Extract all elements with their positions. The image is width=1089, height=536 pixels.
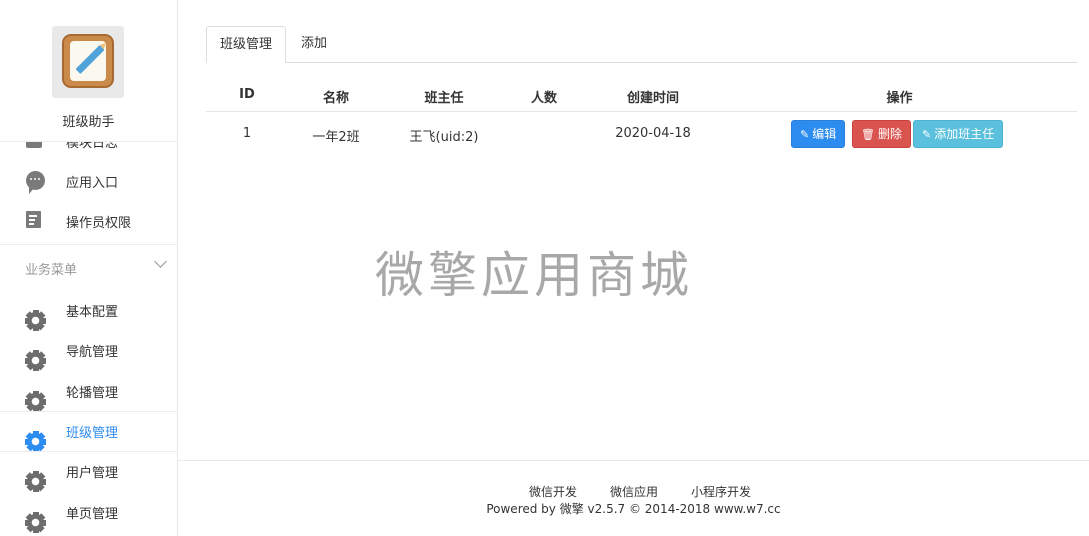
edit-button[interactable]: ✎ 编辑 <box>791 120 846 148</box>
tab-bar: 班级管理 添加 <box>206 26 1077 63</box>
watermark: 微擎应用商城 <box>375 247 694 304</box>
sidebar-item-label: 轮播管理 <box>66 386 119 401</box>
sidebar-item-label: 基本配置 <box>66 305 119 320</box>
footer-link-miniprogram-dev[interactable]: 小程序开发 <box>691 483 751 500</box>
cell-created: 2020-04-18 <box>615 126 691 141</box>
table-row: 1 一年2班 王飞(uid:2) 2020-04-18 ✎ 编辑 🗑 删除 ✎ 添加班… <box>206 112 1077 154</box>
sidebar-item-page-management[interactable]: 单页管理 <box>0 491 177 533</box>
sidebar-item-carousel-management[interactable]: 轮播管理 <box>0 370 177 412</box>
sidebar-item-label: 应用入口 <box>66 176 119 191</box>
delete-button[interactable]: 🗑 删除 <box>852 120 911 148</box>
add-teacher-label: 添加班主任 <box>934 127 995 141</box>
app-name: 班级助手 <box>62 115 115 130</box>
main-content: 班级管理 添加 ID 名称 班主任 人数 创建时间 操作 1 一年2班 王飞(u… <box>178 0 1089 536</box>
column-header-teacher: 班主任 <box>424 91 464 106</box>
pencil-icon: ✎ <box>800 128 810 141</box>
comment-icon <box>26 171 45 194</box>
tab-class-management[interactable]: 班级管理 <box>206 26 287 63</box>
app-header: 班级助手 <box>0 0 177 142</box>
footer: 微信开发 微信应用 小程序开发 Powered by 微擎 v2.5.7 © 2… <box>178 460 1089 536</box>
app-logo[interactable] <box>52 26 124 98</box>
chevron-down-icon <box>154 255 167 268</box>
trash-icon: 🗑 <box>861 128 875 141</box>
sidebar: 模块日志 班级助手 应用入口 操作员权限 业务菜单 基本配置 导航管理 轮播管理 <box>0 0 178 536</box>
table-header: ID 名称 班主任 人数 创建时间 操作 <box>206 78 1077 112</box>
cell-teacher: 王飞(uid:2) <box>409 130 479 145</box>
cell-id: 1 <box>242 126 252 141</box>
sidebar-item-label: 班级管理 <box>66 426 119 441</box>
sidebar-item-nav-management[interactable]: 导航管理 <box>0 329 177 371</box>
gear-icon <box>25 391 46 412</box>
powered-by: Powered by 微擎 v2.5.7 © 2014-2018 www.w7.… <box>486 502 781 516</box>
edit-document-icon <box>26 211 41 228</box>
footer-link-wechat-dev[interactable]: 微信开发 <box>529 483 577 500</box>
tab-add[interactable]: 添加 <box>288 26 340 63</box>
gear-icon <box>25 310 46 331</box>
cell-name: 一年2班 <box>312 130 360 145</box>
add-teacher-button[interactable]: ✎ 添加班主任 <box>913 120 1004 148</box>
sidebar-item-label: 用户管理 <box>66 466 119 481</box>
pencil-icon: ✎ <box>922 128 932 141</box>
sidebar-item-label: 导航管理 <box>66 345 119 360</box>
sidebar-item-label: 操作员权限 <box>66 216 132 231</box>
sidebar-item-user-management[interactable]: 用户管理 <box>0 450 177 492</box>
sidebar-item-label: 单页管理 <box>66 507 119 522</box>
column-header-name: 名称 <box>322 91 349 106</box>
gear-icon <box>25 471 46 492</box>
sidebar-item-class-management[interactable]: 班级管理 <box>0 410 177 452</box>
column-header-count: 人数 <box>530 91 557 106</box>
footer-link-wechat-apps[interactable]: 微信应用 <box>610 483 658 500</box>
gear-icon <box>25 350 46 371</box>
sidebar-item-operator-permissions[interactable]: 操作员权限 <box>0 200 177 240</box>
column-header-created: 创建时间 <box>626 91 679 106</box>
gear-icon <box>25 431 46 452</box>
section-business-menu[interactable]: 业务菜单 <box>0 244 177 288</box>
gear-icon <box>25 512 46 533</box>
sidebar-item-basic-config[interactable]: 基本配置 <box>0 289 177 331</box>
delete-label: 删除 <box>877 127 902 141</box>
column-header-actions: 操作 <box>886 91 913 106</box>
column-header-id: ID <box>239 87 255 102</box>
edit-label: 编辑 <box>812 127 837 141</box>
section-title: 业务菜单 <box>25 263 78 278</box>
sidebar-item-app-entry[interactable]: 应用入口 <box>0 160 177 200</box>
